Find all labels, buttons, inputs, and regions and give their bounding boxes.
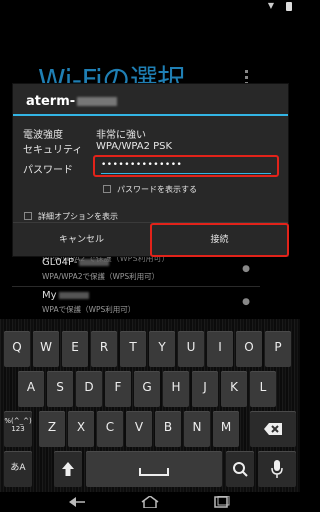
key-p[interactable]: P bbox=[265, 331, 291, 367]
list-item[interactable]: GL04P- WPA/WPA2で保護（WPS利用可） ● bbox=[12, 253, 260, 286]
search-icon bbox=[233, 462, 248, 477]
dialog-divider bbox=[13, 114, 288, 116]
key-y[interactable]: Y bbox=[149, 331, 175, 367]
key-a[interactable]: A bbox=[18, 371, 44, 407]
dialog-title: aterm- bbox=[26, 94, 118, 109]
navigation-bar bbox=[0, 492, 300, 512]
wifi-signal-icon: ● bbox=[242, 264, 250, 274]
network-security: WPA/WPA2で保護（WPS利用可） bbox=[42, 272, 160, 281]
key-b[interactable]: B bbox=[155, 411, 181, 447]
password-input[interactable]: •••••••••••••• bbox=[101, 160, 271, 174]
key-q[interactable]: Q bbox=[4, 331, 30, 367]
key-d[interactable]: D bbox=[76, 371, 102, 407]
key-j[interactable]: J bbox=[192, 371, 218, 407]
space-icon bbox=[139, 468, 169, 476]
show-password-checkbox[interactable] bbox=[103, 185, 111, 193]
key-v[interactable]: V bbox=[126, 411, 152, 447]
connect-highlight bbox=[150, 223, 289, 257]
symbols-key[interactable]: %(^_^) 123 bbox=[4, 411, 32, 447]
wifi-status-icon: ▼ bbox=[267, 1, 274, 10]
key-m[interactable]: M bbox=[213, 411, 239, 447]
advanced-options-checkbox[interactable] bbox=[24, 212, 32, 220]
key-c[interactable]: C bbox=[97, 411, 123, 447]
show-password-label: パスワードを表示する bbox=[117, 185, 197, 194]
network-ssid: GL04P- bbox=[42, 257, 110, 268]
network-list: GL04P- WPA/WPA2で保護（WPS利用可） ● My WPAで保護（W… bbox=[12, 250, 260, 316]
key-i[interactable]: I bbox=[207, 331, 233, 367]
key-w[interactable]: W bbox=[33, 331, 59, 367]
language-key[interactable]: あA bbox=[4, 451, 32, 487]
password-highlight: •••••••••••••• bbox=[93, 155, 279, 177]
key-s[interactable]: S bbox=[47, 371, 73, 407]
battery-icon bbox=[286, 2, 292, 11]
cancel-button[interactable]: キャンセル bbox=[13, 223, 150, 257]
soft-keyboard: Q W E R T Y U I O P A S D F G H J K L %(… bbox=[0, 319, 300, 492]
key-o[interactable]: O bbox=[236, 331, 262, 367]
key-k[interactable]: K bbox=[221, 371, 247, 407]
network-ssid: My bbox=[42, 290, 89, 301]
key-e[interactable]: E bbox=[62, 331, 88, 367]
advanced-options-label: 詳細オプションを表示 bbox=[38, 212, 118, 221]
wifi-signal-icon: ● bbox=[242, 297, 250, 307]
mic-key[interactable] bbox=[258, 451, 296, 487]
key-z[interactable]: Z bbox=[39, 411, 65, 447]
backspace-icon bbox=[264, 423, 282, 435]
key-n[interactable]: N bbox=[184, 411, 210, 447]
signal-label: 電波強度 bbox=[23, 130, 63, 141]
password-label: パスワード bbox=[23, 165, 73, 176]
key-h[interactable]: H bbox=[163, 371, 189, 407]
home-icon[interactable] bbox=[141, 496, 159, 508]
security-value: WPA/WPA2 PSK bbox=[96, 141, 173, 152]
list-item[interactable]: My WPAで保護（WPS利用可） ● bbox=[12, 286, 260, 319]
key-u[interactable]: U bbox=[178, 331, 204, 367]
key-t[interactable]: T bbox=[120, 331, 146, 367]
space-key[interactable] bbox=[86, 451, 222, 487]
shift-key[interactable] bbox=[54, 451, 82, 487]
signal-value: 非常に強い bbox=[96, 130, 146, 141]
shift-icon bbox=[62, 462, 74, 476]
network-security: WPAで保護（WPS利用可） bbox=[42, 305, 136, 314]
recents-icon[interactable] bbox=[214, 496, 230, 508]
key-x[interactable]: X bbox=[68, 411, 94, 447]
key-r[interactable]: R bbox=[91, 331, 117, 367]
backspace-key[interactable] bbox=[250, 411, 296, 447]
search-key[interactable] bbox=[226, 451, 254, 487]
mic-icon bbox=[271, 460, 283, 478]
key-f[interactable]: F bbox=[105, 371, 131, 407]
security-label: セキュリティ bbox=[23, 145, 83, 156]
status-bar: ▼ bbox=[0, 0, 300, 12]
key-l[interactable]: L bbox=[250, 371, 276, 407]
key-g[interactable]: G bbox=[134, 371, 160, 407]
back-icon[interactable] bbox=[68, 496, 86, 508]
